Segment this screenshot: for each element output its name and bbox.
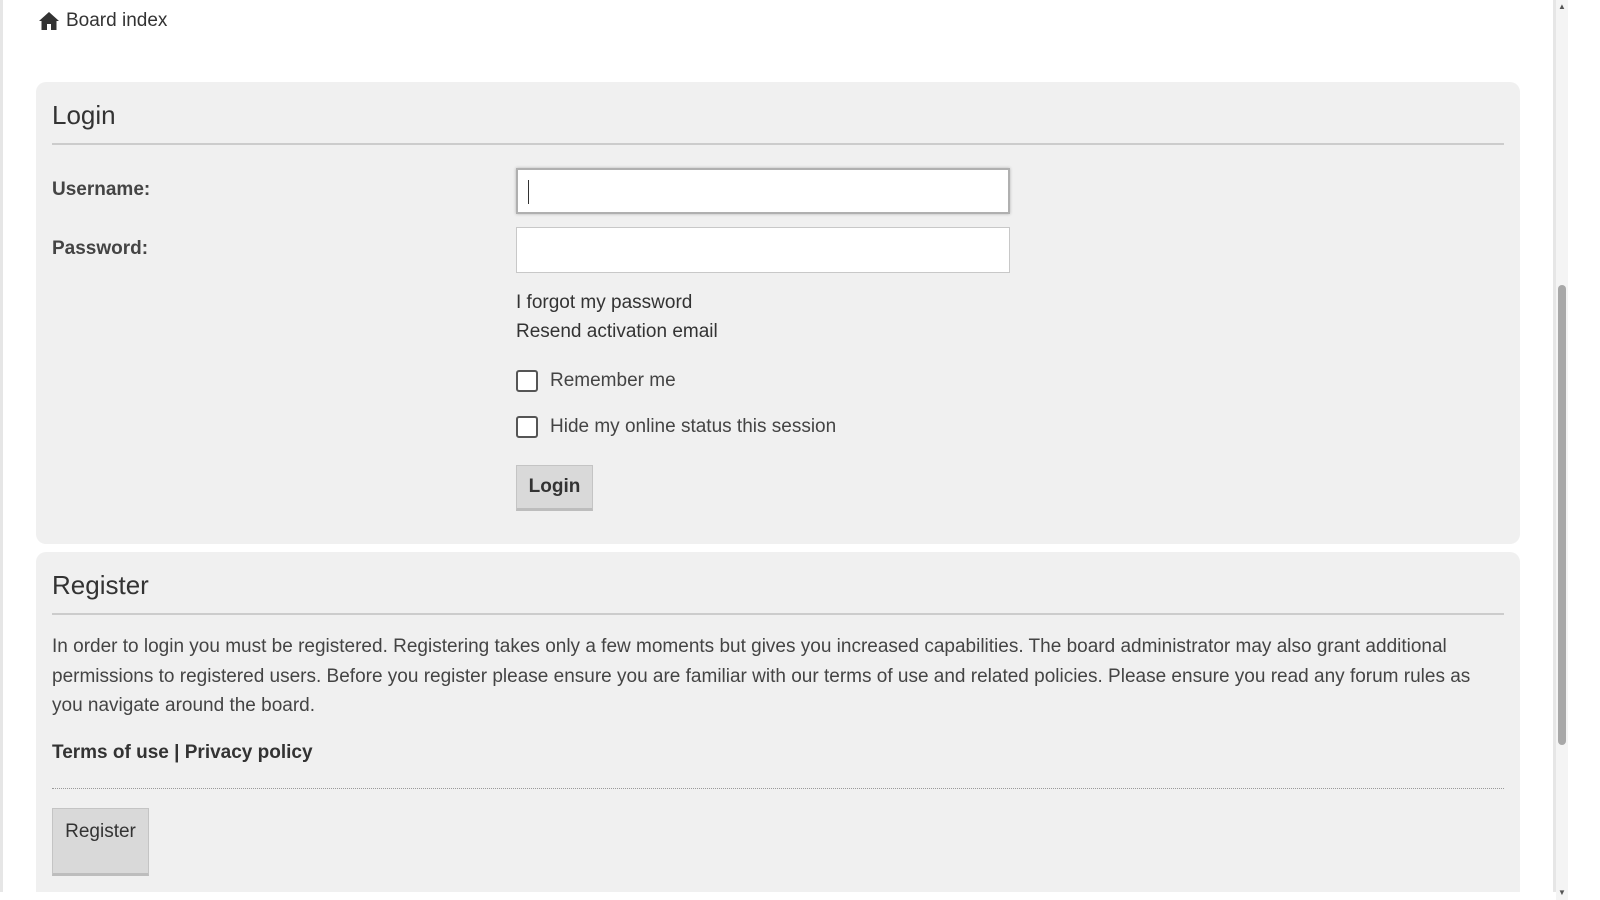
login-panel: Login Username: Password: I forgot my pa… xyxy=(36,82,1520,544)
register-panel: Register In order to login you must be r… xyxy=(36,552,1520,892)
remember-me-label[interactable]: Remember me xyxy=(550,370,676,392)
scrollbar-thumb[interactable] xyxy=(1558,285,1566,745)
breadcrumb-label: Board index xyxy=(66,10,168,31)
remember-me-checkbox[interactable] xyxy=(516,370,538,392)
policy-separator: | xyxy=(174,742,180,763)
username-input[interactable] xyxy=(516,168,1010,214)
scroll-down-arrow-icon[interactable]: ▼ xyxy=(1556,886,1568,898)
terms-of-use-link[interactable]: Terms of use xyxy=(52,742,169,763)
home-icon xyxy=(39,12,59,30)
page: Board index Login Username: Password: I … xyxy=(0,0,1600,900)
scroll-up-arrow-icon[interactable]: ▲ xyxy=(1556,0,1568,12)
policy-links: Terms of use | Privacy policy xyxy=(52,742,313,764)
username-label: Username: xyxy=(52,179,151,200)
login-title-rule xyxy=(52,143,1504,145)
password-input[interactable] xyxy=(516,227,1010,273)
page-left-border xyxy=(0,0,3,900)
register-divider xyxy=(52,788,1504,789)
register-title: Register xyxy=(52,570,149,600)
privacy-policy-link[interactable]: Privacy policy xyxy=(185,742,313,763)
login-title: Login xyxy=(52,100,116,130)
forgot-password-link[interactable]: I forgot my password xyxy=(516,292,692,314)
hide-status-label[interactable]: Hide my online status this session xyxy=(550,416,836,438)
hide-status-row: Hide my online status this session xyxy=(516,416,836,438)
breadcrumb-board-index[interactable]: Board index xyxy=(38,8,167,34)
page-bottom-strip xyxy=(0,892,1556,900)
hide-status-checkbox[interactable] xyxy=(516,416,538,438)
text-caret xyxy=(528,180,529,204)
password-label: Password: xyxy=(52,238,149,259)
register-button[interactable]: Register xyxy=(52,808,149,876)
resend-activation-link[interactable]: Resend activation email xyxy=(516,321,718,343)
register-title-rule xyxy=(52,613,1504,615)
remember-me-row: Remember me xyxy=(516,370,676,392)
vertical-scrollbar[interactable]: ▲ ▼ xyxy=(1556,0,1568,900)
register-description: In order to login you must be registered… xyxy=(52,636,1471,716)
login-button[interactable]: Login xyxy=(516,465,593,511)
